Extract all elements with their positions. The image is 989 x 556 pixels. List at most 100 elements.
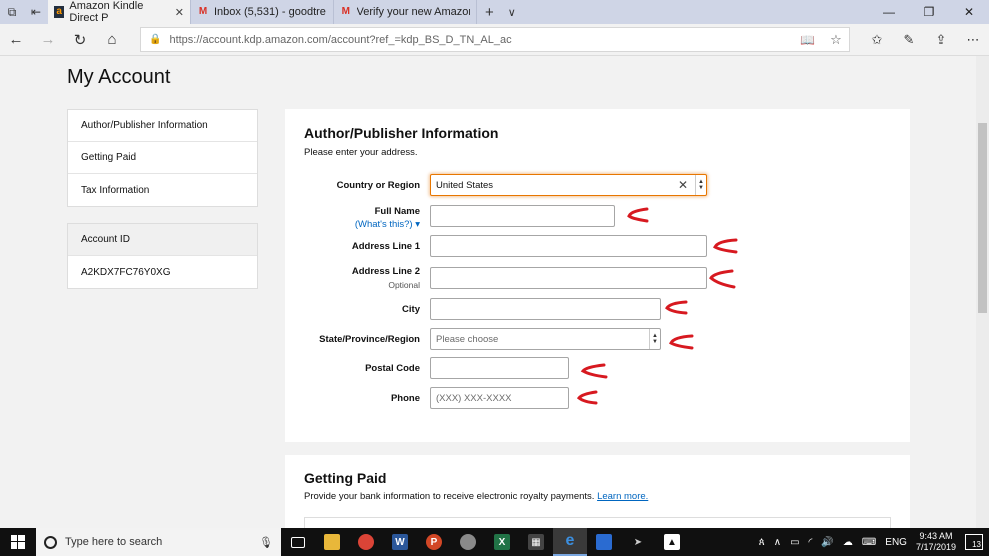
gmail-icon: M bbox=[198, 6, 208, 17]
page-scrollbar[interactable] bbox=[976, 56, 989, 528]
whats-this-link[interactable]: (What's this?) ▾ bbox=[355, 219, 420, 230]
forward-button[interactable]: → bbox=[32, 31, 64, 48]
full-name-input[interactable] bbox=[430, 205, 615, 227]
country-value: United States bbox=[436, 179, 494, 191]
clock-date: 7/17/2019 bbox=[915, 542, 956, 552]
home-button[interactable]: ⌂ bbox=[96, 31, 128, 48]
sidebar-item-getting-paid[interactable]: Getting Paid bbox=[68, 142, 257, 174]
taskbar-search-box[interactable]: Type here to search 🎙 bbox=[36, 528, 281, 556]
browser-tab-bar: ⧉ ⇤ a Amazon Kindle Direct P ✕ M Inbox (… bbox=[0, 0, 989, 24]
select-arrows-icon: ▲ ▼ bbox=[695, 175, 706, 195]
favorites-hub-icon[interactable]: ✩ bbox=[861, 24, 893, 56]
sidebar-item-tax-info[interactable]: Tax Information bbox=[68, 174, 257, 206]
calculator-icon[interactable]: ▦ bbox=[519, 528, 553, 556]
paper-plane-app-icon[interactable]: ➤ bbox=[621, 528, 655, 556]
image-editor-icon[interactable] bbox=[587, 528, 621, 556]
red-annotation-arrow-icon bbox=[580, 363, 608, 379]
word-icon[interactable]: W bbox=[383, 528, 417, 556]
tab-title: Amazon Kindle Direct P bbox=[69, 0, 144, 24]
restore-icon[interactable]: ❐ bbox=[909, 0, 949, 24]
sidebar-item-author-info[interactable]: Author/Publisher Information bbox=[68, 110, 257, 142]
volume-icon[interactable]: 🔊 bbox=[821, 537, 833, 548]
section-subtitle: Provide your bank information to receive… bbox=[304, 491, 648, 502]
notes-pen-icon[interactable]: ✎ bbox=[893, 24, 925, 56]
people-icon[interactable]: ጰ bbox=[759, 537, 765, 548]
account-id-label: Account ID bbox=[68, 224, 257, 256]
onedrive-cloud-icon[interactable]: ☁ bbox=[843, 537, 853, 548]
close-window-icon[interactable]: ✕ bbox=[949, 0, 989, 24]
postal-code-label: Postal Code bbox=[365, 363, 420, 374]
share-icon[interactable]: ⇪ bbox=[925, 24, 957, 56]
tab-manager-icon[interactable]: ⧉ bbox=[0, 0, 24, 24]
keyboard-icon[interactable]: ⌨ bbox=[862, 537, 876, 548]
address2-label: Address Line 2 Optional bbox=[352, 266, 420, 290]
getting-paid-section: Getting Paid Provide your bank informati… bbox=[285, 455, 910, 528]
postal-code-input[interactable] bbox=[430, 357, 569, 379]
address-toolbar: ← → ↻ ⌂ 🔒 https://account.kdp.amazon.com… bbox=[0, 24, 989, 56]
address-line1-input[interactable] bbox=[430, 235, 707, 257]
edge-browser-icon[interactable]: e bbox=[553, 528, 587, 556]
excel-icon[interactable]: X bbox=[485, 528, 519, 556]
red-annotation-arrow-icon bbox=[709, 269, 736, 289]
state-select[interactable]: Please choose ▲ ▼ bbox=[430, 328, 661, 350]
set-aside-tabs-icon[interactable]: ⇤ bbox=[24, 0, 48, 24]
learn-more-link[interactable]: Learn more. bbox=[597, 491, 648, 502]
amazon-icon: a bbox=[54, 6, 65, 18]
battery-icon[interactable]: ▭ bbox=[790, 537, 799, 548]
red-annotation-arrow-icon bbox=[665, 300, 688, 315]
reading-view-icon[interactable]: 📖 bbox=[800, 33, 815, 47]
favorite-star-icon[interactable]: ☆ bbox=[823, 32, 849, 48]
tab-kdp[interactable]: a Amazon Kindle Direct P ✕ bbox=[48, 0, 191, 24]
language-indicator[interactable]: ENG bbox=[885, 537, 907, 548]
state-placeholder: Please choose bbox=[436, 333, 499, 345]
action-center-icon[interactable]: 13 bbox=[965, 534, 983, 550]
bank-info-box bbox=[304, 517, 891, 528]
red-annotation-arrow-icon bbox=[576, 390, 598, 405]
task-view-icon[interactable] bbox=[281, 528, 315, 556]
new-tab-button[interactable]: + bbox=[477, 0, 502, 24]
powerpoint-icon[interactable]: P bbox=[417, 528, 451, 556]
tab-verify[interactable]: M Verify your new Amazon ac bbox=[334, 0, 477, 24]
refresh-button[interactable]: ↻ bbox=[64, 31, 96, 49]
address1-label: Address Line 1 bbox=[351, 241, 420, 252]
minimize-icon[interactable]: — bbox=[869, 0, 909, 24]
file-explorer-icon[interactable] bbox=[315, 528, 349, 556]
tab-preview-chevron-icon[interactable]: ∨ bbox=[502, 0, 522, 24]
photos-app-icon[interactable] bbox=[451, 528, 485, 556]
clock-time: 9:43 AM bbox=[919, 531, 953, 541]
select-arrows-icon: ▲ ▼ bbox=[649, 329, 660, 349]
search-placeholder: Type here to search bbox=[65, 536, 163, 548]
page-content: My Account Author/Publisher Information … bbox=[0, 56, 976, 528]
show-hidden-icons-chevron-icon[interactable]: ∧ bbox=[774, 537, 781, 548]
phone-label: Phone bbox=[390, 393, 420, 404]
cortana-circle-icon bbox=[44, 535, 57, 549]
tab-inbox[interactable]: M Inbox (5,531) - goodtreelife bbox=[191, 0, 334, 24]
country-select[interactable]: United States ✕ ▲ ▼ bbox=[430, 174, 707, 196]
notification-count: 13 bbox=[972, 540, 981, 549]
more-menu-icon[interactable]: ⋯ bbox=[957, 24, 989, 56]
city-input[interactable] bbox=[430, 298, 661, 320]
address-line2-input[interactable] bbox=[430, 267, 707, 289]
windows-start-icon[interactable] bbox=[0, 528, 36, 556]
chrome-icon[interactable] bbox=[349, 528, 383, 556]
url-bar[interactable]: 🔒 https://account.kdp.amazon.com/account… bbox=[140, 27, 850, 52]
scrollbar-thumb[interactable] bbox=[978, 123, 987, 313]
state-label: State/Province/Region bbox=[319, 334, 420, 345]
clear-icon[interactable]: ✕ bbox=[678, 178, 688, 192]
system-tray: ጰ ∧ ▭ ◜ 🔊 ☁ ⌨ ENG 9:43 AM 7/17/2019 13 bbox=[759, 531, 989, 553]
microphone-icon[interactable]: 🎙 bbox=[259, 536, 273, 549]
address2-label-text: Address Line 2 bbox=[351, 266, 420, 277]
lock-icon: 🔒 bbox=[149, 34, 162, 45]
author-publisher-section: Author/Publisher Information Please ente… bbox=[285, 109, 910, 442]
taskbar-clock[interactable]: 9:43 AM 7/17/2019 bbox=[916, 531, 956, 553]
close-tab-icon[interactable]: ✕ bbox=[175, 6, 184, 19]
back-button[interactable]: ← bbox=[0, 31, 32, 48]
phone-placeholder: (XXX) XXX-XXXX bbox=[436, 392, 512, 404]
phone-input[interactable]: (XXX) XXX-XXXX bbox=[430, 387, 569, 409]
picture-viewer-icon[interactable]: ▲ bbox=[655, 528, 689, 556]
section-title: Getting Paid bbox=[304, 470, 387, 486]
account-id-card: Account ID A2KDX7FC76Y0XG bbox=[67, 223, 258, 289]
url-text: https://account.kdp.amazon.com/account?r… bbox=[169, 33, 512, 46]
wifi-icon[interactable]: ◜ bbox=[809, 537, 813, 548]
city-label: City bbox=[402, 304, 420, 315]
